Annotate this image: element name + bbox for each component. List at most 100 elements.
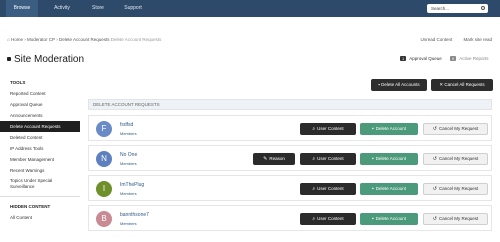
sidebar: TOOLS Reported Content Approval Queue An…	[0, 77, 80, 223]
avatar[interactable]: I	[96, 181, 112, 197]
undo-icon: ↺	[432, 216, 437, 222]
sidebar-item-topics-surveillance[interactable]: Topics Under Special Surveillance	[0, 176, 78, 192]
search-icon: ⌕	[312, 126, 316, 132]
page-title-text: Site Moderation	[14, 54, 85, 65]
cancel-request-button[interactable]: ↺ Cancel My Request	[423, 183, 488, 195]
username-link[interactable]: ImThePlug	[120, 182, 144, 188]
request-row: F fsdfsd Members ⌕ User Content ▪ Delete A…	[88, 115, 492, 141]
active-reports-link[interactable]: 0 Active Reports	[450, 56, 489, 61]
delete-account-button[interactable]: ▪ Delete Account	[360, 123, 418, 135]
search-icon[interactable]	[481, 6, 485, 10]
user-group: Members	[120, 161, 137, 166]
delete-all-accounts-button[interactable]: ▪ Delete All Accounts	[371, 79, 427, 91]
delete-account-button[interactable]: ▪ Delete Account	[360, 213, 418, 225]
delete-account-button[interactable]: ▪ Delete Account	[360, 183, 418, 195]
sidebar-heading-tools: TOOLS	[10, 80, 26, 85]
undo-icon: ↺	[432, 156, 437, 162]
sidebar-heading-hidden: HIDDEN CONTENT	[10, 204, 51, 209]
page-title: Site Moderation	[7, 54, 84, 65]
search-input[interactable]: Search...	[427, 4, 488, 13]
approval-queue-link[interactable]: 1 Approval Queue	[400, 56, 442, 61]
lock-icon	[7, 57, 11, 61]
user-content-button[interactable]: ⌕ User Content	[300, 153, 356, 165]
cancel-all-label: Cancel All Requests	[444, 82, 485, 87]
sidebar-item-member-management[interactable]: Member Management	[0, 154, 80, 165]
cancel-all-requests-button[interactable]: ✕ Cancel All Requests	[431, 79, 493, 91]
cancel-request-label: Cancel My Request	[438, 186, 479, 191]
approval-queue-count: 1	[400, 56, 407, 61]
request-row: B bannthsone7 Members ⌕ User Content ▪ Del…	[88, 205, 492, 231]
cancel-request-button[interactable]: ↺ Cancel My Request	[423, 153, 488, 165]
delete-account-label: Delete Account	[375, 216, 407, 221]
reason-label: Reason	[269, 156, 285, 161]
delete-all-label: Delete All Accounts	[381, 82, 420, 87]
sidebar-item-announcements[interactable]: Announcements	[0, 110, 80, 121]
cancel-request-label: Cancel My Request	[438, 156, 479, 161]
sidebar-item-deleted-content[interactable]: Deleted Content	[0, 132, 80, 143]
username-link[interactable]: fsdfsd	[120, 122, 133, 128]
breadcrumb-home[interactable]: Home	[11, 37, 23, 42]
tab-support[interactable]: Support	[118, 0, 148, 17]
delete-account-label: Delete Account	[375, 186, 407, 191]
user-group: Members	[120, 131, 137, 136]
avatar[interactable]: F	[96, 121, 112, 137]
breadcrumb-separator: ›	[56, 37, 58, 42]
user-content-label: User Content	[317, 156, 344, 161]
breadcrumb-current[interactable]: Delete Account Requests	[59, 37, 110, 42]
active-reports-count: 0	[450, 56, 457, 61]
trash-icon: ▪	[371, 126, 374, 132]
user-content-button[interactable]: ⌕ User Content	[300, 183, 356, 195]
cancel-request-button[interactable]: ↺ Cancel My Request	[423, 213, 488, 225]
sidebar-item-recent-warnings[interactable]: Recent Warnings	[0, 165, 80, 176]
search-icon: ⌕	[312, 156, 316, 162]
sidebar-item-delete-account-requests[interactable]: Delete Account Requests	[0, 121, 80, 132]
avatar[interactable]: N	[96, 151, 112, 167]
tab-activity[interactable]: Activity	[45, 0, 79, 17]
sidebar-item-all-content[interactable]: All Content	[0, 212, 80, 223]
sidebar-divider	[0, 196, 80, 197]
delete-account-label: Delete Account	[375, 126, 407, 131]
active-reports-label: Active Reports	[459, 56, 489, 61]
undo-icon: ↺	[432, 126, 437, 132]
tab-store[interactable]: Store	[85, 0, 111, 17]
breadcrumb-modcp[interactable]: Moderator CP	[27, 37, 55, 42]
trash-icon: ▪	[371, 156, 374, 162]
cancel-request-button[interactable]: ↺ Cancel My Request	[423, 123, 488, 135]
search-icon: ⌕	[312, 216, 316, 222]
mark-site-read-link[interactable]: Mark site read	[463, 37, 492, 42]
panel-heading: DELETE ACCOUNT REQUESTS	[88, 99, 492, 110]
breadcrumb-separator: ›	[24, 37, 26, 42]
sidebar-item-reported-content[interactable]: Reported Content	[0, 88, 80, 99]
username-link[interactable]: No One	[120, 152, 137, 158]
user-content-label: User Content	[317, 186, 344, 191]
user-content-button[interactable]: ⌕ User Content	[300, 123, 356, 135]
avatar[interactable]: B	[96, 211, 112, 227]
search-icon: ⌕	[312, 186, 316, 192]
approval-queue-label: Approval Queue	[409, 56, 442, 61]
search-placeholder: Search...	[431, 6, 450, 11]
sidebar-item-ip-address-tools[interactable]: IP Address Tools	[0, 143, 80, 154]
delete-account-button[interactable]: ▪ Delete Account	[360, 153, 418, 165]
pencil-icon: ✎	[263, 156, 268, 162]
user-group: Members	[120, 221, 137, 226]
user-group: Members	[120, 191, 137, 196]
sidebar-item-approval-queue[interactable]: Approval Queue	[0, 99, 80, 110]
user-content-label: User Content	[317, 126, 344, 131]
trash-icon: ▪	[371, 186, 374, 192]
delete-account-label: Delete Account	[375, 156, 407, 161]
top-navigation-bar: Browse Activity Store Support Search...	[0, 0, 500, 17]
request-row: N No One Members ✎ Reason ⌕ User Content ▪…	[88, 145, 492, 171]
unread-content-link[interactable]: Unread Content	[420, 37, 452, 42]
breadcrumb-tail: Delete Account Requests	[110, 37, 162, 42]
username-link[interactable]: bannthsone7	[120, 212, 149, 218]
home-icon[interactable]: ⌂	[7, 37, 10, 42]
user-content-button[interactable]: ⌕ User Content	[300, 213, 356, 225]
cancel-request-label: Cancel My Request	[438, 216, 479, 221]
breadcrumb: ⌂ Home › Moderator CP › Delete Account R…	[7, 37, 161, 42]
trash-icon: ▪	[371, 216, 374, 222]
undo-icon: ↺	[432, 186, 437, 192]
cancel-request-label: Cancel My Request	[438, 126, 479, 131]
tab-browse[interactable]: Browse	[6, 0, 38, 17]
reason-button[interactable]: ✎ Reason	[253, 153, 295, 165]
top-links: Unread Content Mark site read	[410, 37, 492, 42]
